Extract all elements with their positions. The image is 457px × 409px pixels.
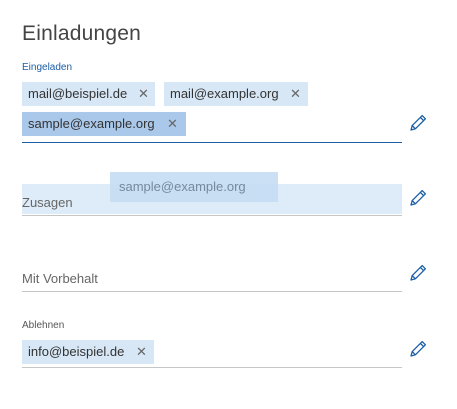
field-placeholder-vorbehalt: Mit Vorbehalt	[22, 271, 98, 286]
recipient-chip[interactable]: mail@beispiel.de ✕	[22, 82, 155, 106]
pencil-icon[interactable]	[408, 188, 428, 208]
chip-label: mail@beispiel.de	[28, 86, 128, 101]
pencil-icon[interactable]	[408, 263, 428, 283]
field-underline	[22, 142, 402, 143]
recipient-chip[interactable]: mail@example.org ✕	[164, 82, 308, 106]
field-placeholder-zusagen: Zusagen	[22, 195, 73, 210]
drag-ghost-chip[interactable]: sample@example.org	[110, 172, 278, 202]
field-underline	[22, 367, 402, 368]
chip-label: sample@example.org	[28, 116, 155, 131]
close-icon[interactable]: ✕	[136, 340, 147, 364]
field-underline	[22, 291, 402, 292]
section-label-eingeladen: Eingeladen	[22, 62, 73, 73]
section-label-ablehnen: Ablehnen	[22, 320, 65, 331]
chip-label: info@beispiel.de	[28, 344, 125, 359]
close-icon[interactable]: ✕	[138, 82, 149, 106]
pencil-icon[interactable]	[408, 113, 428, 133]
recipient-chip-selected[interactable]: sample@example.org ✕	[22, 112, 186, 136]
section-eingeladen: Eingeladen mail@beispiel.de ✕ mail@examp…	[22, 62, 402, 144]
chip-label: mail@example.org	[170, 86, 279, 101]
field-underline	[22, 215, 402, 216]
close-icon[interactable]: ✕	[290, 82, 301, 106]
dialog-title: Einladungen	[22, 22, 141, 45]
pencil-icon[interactable]	[408, 339, 428, 359]
recipient-chip[interactable]: info@beispiel.de ✕	[22, 340, 154, 364]
close-icon[interactable]: ✕	[167, 112, 178, 136]
section-ablehnen: Ablehnen info@beispiel.de ✕	[22, 320, 402, 370]
